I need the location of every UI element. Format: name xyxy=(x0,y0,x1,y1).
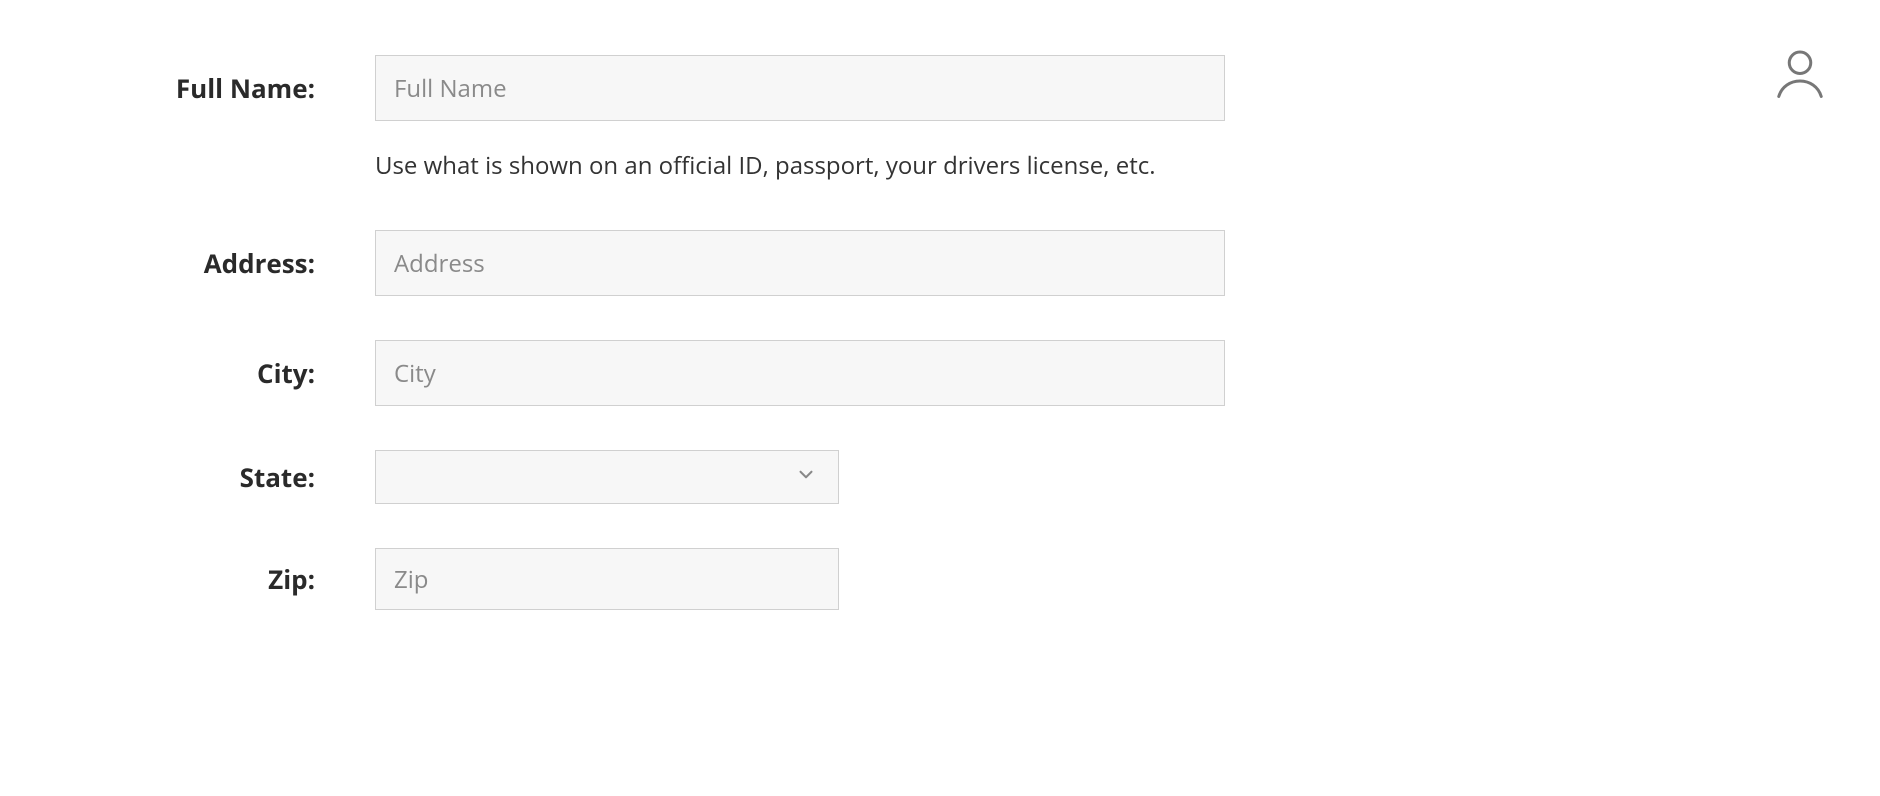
zip-label: Zip: xyxy=(0,561,375,597)
full-name-row: Full Name: xyxy=(0,55,1880,121)
city-row: City: xyxy=(0,340,1880,406)
city-input[interactable] xyxy=(375,340,1225,406)
full-name-helper: Use what is shown on an official ID, pas… xyxy=(375,149,1156,182)
zip-row: Zip: xyxy=(0,548,1880,610)
zip-input[interactable] xyxy=(375,548,839,610)
address-row: Address: xyxy=(0,230,1880,296)
address-label: Address: xyxy=(0,245,375,281)
full-name-input[interactable] xyxy=(375,55,1225,121)
full-name-label: Full Name: xyxy=(0,70,375,106)
state-select[interactable] xyxy=(375,450,839,504)
full-name-helper-row: Use what is shown on an official ID, pas… xyxy=(0,149,1880,182)
state-row: State: xyxy=(0,450,1880,504)
address-input[interactable] xyxy=(375,230,1225,296)
state-label: State: xyxy=(0,459,375,495)
city-label: City: xyxy=(0,355,375,391)
personal-info-form: Full Name: Use what is shown on an offic… xyxy=(0,55,1880,610)
